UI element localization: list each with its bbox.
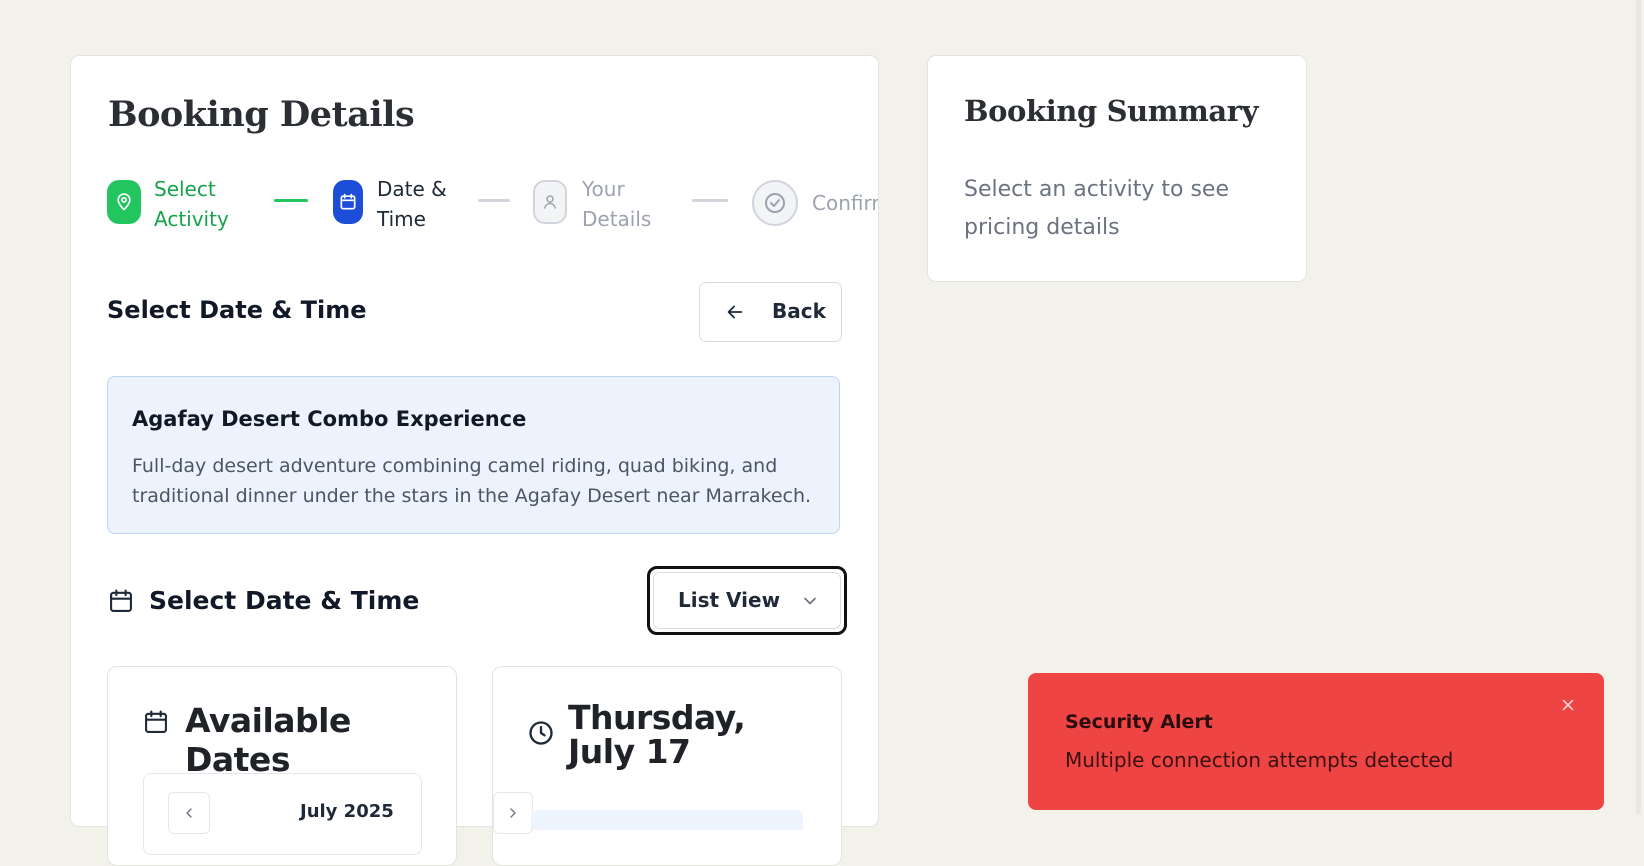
check-circle-icon [752, 180, 798, 226]
step-label-line: Your [582, 177, 625, 201]
step-label-line: Date & [377, 177, 447, 201]
time-slot[interactable] [531, 810, 803, 830]
view-select[interactable]: List View [653, 572, 841, 629]
scrollbar-track[interactable] [1636, 0, 1641, 814]
view-select-value: List View [678, 588, 781, 612]
prev-month-button[interactable] [168, 792, 210, 834]
step-connector [478, 199, 510, 202]
selected-day-title: Thursday, July 17 [568, 698, 746, 771]
step-your-details[interactable]: Your Details [582, 174, 651, 234]
summary-title: Booking Summary [964, 94, 1259, 128]
clock-icon [527, 719, 555, 751]
chevron-left-icon [186, 808, 192, 818]
arrow-left-icon [724, 301, 746, 327]
toast-title: Security Alert [1065, 711, 1213, 733]
booking-details-card: Booking Details Select Activity Date & T… [70, 55, 879, 866]
activity-title: Agafay Desert Combo Experience [132, 407, 527, 431]
available-dates-card: Available Dates July 2025 [107, 666, 457, 866]
security-alert-toast: Security Alert Multiple connection attem… [1028, 673, 1604, 810]
step-date-time[interactable]: Date & Time [377, 174, 447, 234]
page-scrollbar[interactable] [1632, 0, 1644, 814]
step-label-line: Activity [154, 207, 229, 231]
summary-text: Select an activity to see pricing detail… [964, 177, 1229, 240]
toast-message: Multiple connection attempts detected [1065, 748, 1454, 772]
chevron-down-icon [800, 591, 820, 615]
page-title: Booking Details [108, 94, 415, 135]
activity-description: Full-day desert adventure combining came… [132, 455, 812, 507]
step-confirmation[interactable]: Confirmation [812, 188, 878, 218]
calendar-icon [107, 586, 135, 620]
available-dates-title: Available Dates [185, 701, 351, 779]
step-label-line: Confirmation [812, 191, 878, 215]
activity-info: Agafay Desert Combo Experience Full-day … [107, 376, 840, 534]
calendar-icon [142, 707, 170, 741]
back-button[interactable]: Back [699, 282, 842, 342]
section-title: Select Date & Time [107, 296, 367, 324]
next-button[interactable] [493, 792, 533, 834]
close-icon[interactable] [1554, 691, 1582, 719]
selected-day-card: Thursday, July 17 [492, 666, 842, 866]
booking-summary-card: Booking Summary Select an activity to se… [927, 55, 1307, 282]
step-label-line: Select [154, 177, 216, 201]
back-button-label: Back [772, 299, 826, 323]
chevron-right-icon [510, 808, 516, 818]
calendar-icon [333, 180, 363, 224]
step-connector [692, 199, 728, 202]
month-calendar: July 2025 [143, 773, 422, 855]
step-label-line: Time [377, 207, 426, 231]
picker-title: Select Date & Time [149, 586, 420, 615]
step-label-line: Details [582, 207, 652, 231]
month-label: July 2025 [300, 801, 394, 822]
step-select-activity[interactable]: Select Activity [154, 174, 229, 234]
user-icon [533, 180, 567, 224]
step-connector [274, 199, 308, 202]
map-pin-icon [107, 180, 141, 224]
